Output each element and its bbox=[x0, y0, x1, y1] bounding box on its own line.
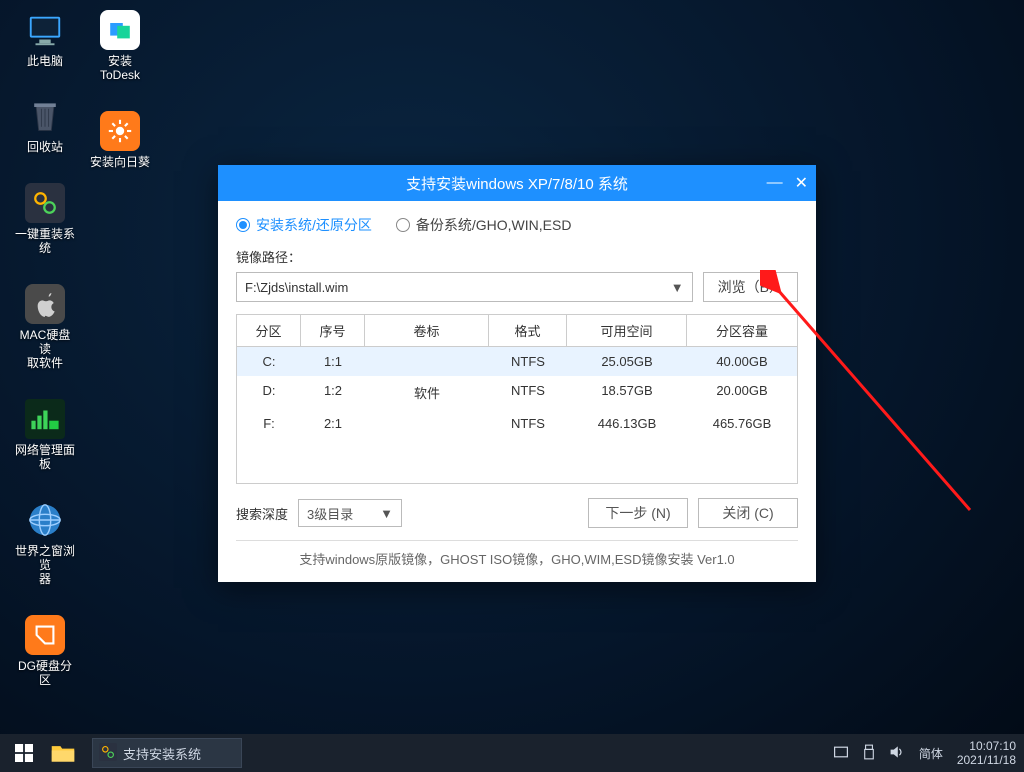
gears-icon bbox=[99, 743, 117, 764]
chevron-down-icon: ▼ bbox=[671, 280, 684, 295]
desktop-icon-label: 网络管理面板 bbox=[15, 443, 75, 472]
clock-date: 2021/11/18 bbox=[957, 753, 1016, 767]
desktop-icon-browser[interactable]: 世界之窗浏览 器 bbox=[15, 500, 75, 587]
desktop-icons-col2: 安装ToDesk 安装向日葵 bbox=[90, 10, 150, 169]
search-depth-value: 3级目录 bbox=[307, 504, 353, 523]
search-depth-dropdown[interactable]: 3级目录 ▼ bbox=[298, 499, 402, 527]
next-button[interactable]: 下一步 (N) bbox=[588, 498, 688, 528]
todesk-icon bbox=[100, 10, 140, 50]
disk-icon bbox=[25, 615, 65, 655]
taskbar-clock[interactable]: 10:07:10 2021/11/18 bbox=[957, 739, 1016, 768]
desktop-icon-label: DG硬盘分区 bbox=[15, 659, 75, 688]
col-free: 可用空间 bbox=[567, 315, 687, 346]
desktop-icon-dg-partition[interactable]: DG硬盘分区 bbox=[15, 615, 75, 688]
close-button[interactable]: ✕ bbox=[795, 173, 808, 193]
desktop-icon-recycle-bin[interactable]: 回收站 bbox=[15, 96, 75, 154]
window-title: 支持安装windows XP/7/8/10 系统 bbox=[406, 173, 628, 194]
ime-indicator[interactable]: 简体 bbox=[919, 745, 943, 762]
taskbar-explorer[interactable] bbox=[42, 734, 84, 772]
desktop-icon-todesk[interactable]: 安装ToDesk bbox=[90, 10, 150, 83]
desktop-icon-label: 世界之窗浏览 器 bbox=[15, 544, 75, 587]
col-format: 格式 bbox=[489, 315, 567, 346]
desktop-icon-label: 一键重装系统 bbox=[15, 227, 75, 256]
network-tray-icon[interactable] bbox=[833, 745, 849, 762]
col-index: 序号 bbox=[301, 315, 365, 346]
desktop-icon-label: 安装ToDesk bbox=[90, 54, 150, 83]
desktop-icon-sunlogin[interactable]: 安装向日葵 bbox=[90, 111, 150, 169]
globe-icon bbox=[25, 500, 65, 540]
col-partition: 分区 bbox=[237, 315, 301, 346]
titlebar[interactable]: 支持安装windows XP/7/8/10 系统 — ✕ bbox=[218, 165, 816, 201]
radio-label: 安装系统/还原分区 bbox=[256, 215, 372, 235]
desktop-icon-label: 此电脑 bbox=[27, 54, 63, 68]
windows-icon bbox=[15, 744, 33, 762]
radio-backup[interactable]: 备份系统/GHO,WIN,ESD bbox=[396, 215, 572, 235]
radio-dot-icon bbox=[396, 218, 410, 232]
search-depth-label: 搜索深度 bbox=[236, 504, 288, 523]
folder-icon bbox=[50, 742, 76, 764]
browse-button[interactable]: 浏览（B） bbox=[703, 272, 798, 302]
clock-time: 10:07:10 bbox=[957, 739, 1016, 753]
desktop-icon-network-panel[interactable]: 网络管理面板 bbox=[15, 399, 75, 472]
table-row[interactable]: D: 1:2 软件 NTFS 18.57GB 20.00GB bbox=[237, 376, 797, 409]
desktop-icon-this-pc[interactable]: 此电脑 bbox=[15, 10, 75, 68]
desktop-icon-mac-disk[interactable]: MAC硬盘读 取软件 bbox=[15, 284, 75, 371]
monitor-icon bbox=[25, 10, 65, 50]
table-row[interactable]: F: 2:1 NTFS 446.13GB 465.76GB bbox=[237, 409, 797, 438]
table-header: 分区 序号 卷标 格式 可用空间 分区容量 bbox=[237, 315, 797, 347]
apple-icon bbox=[25, 284, 65, 324]
desktop-icon-reinstall[interactable]: 一键重装系统 bbox=[15, 183, 75, 256]
bars-icon bbox=[25, 399, 65, 439]
minimize-button[interactable]: — bbox=[767, 174, 783, 192]
sunflower-icon bbox=[100, 111, 140, 151]
start-button[interactable] bbox=[6, 734, 42, 772]
trash-icon bbox=[25, 96, 65, 136]
installer-window: 支持安装windows XP/7/8/10 系统 — ✕ 安装系统/还原分区 备… bbox=[218, 165, 816, 582]
taskbar-app-installer[interactable]: 支持安装系统 bbox=[84, 734, 250, 772]
chevron-down-icon: ▼ bbox=[380, 506, 393, 521]
radio-label: 备份系统/GHO,WIN,ESD bbox=[416, 215, 572, 235]
col-volume: 卷标 bbox=[365, 315, 489, 346]
table-row[interactable]: C: 1:1 NTFS 25.05GB 40.00GB bbox=[237, 347, 797, 376]
desktop-icon-label: MAC硬盘读 取软件 bbox=[15, 328, 75, 371]
desktop-icon-label: 回收站 bbox=[27, 140, 63, 154]
desktop-icon-label: 安装向日葵 bbox=[90, 155, 150, 169]
footer-text: 支持windows原版镜像，GHOST ISO镜像，GHO,WIM,ESD镜像安… bbox=[236, 540, 798, 574]
volume-tray-icon[interactable] bbox=[889, 745, 905, 762]
radio-dot-icon bbox=[236, 218, 250, 232]
col-size: 分区容量 bbox=[687, 315, 797, 346]
image-path-dropdown[interactable]: F:\Zjds\install.wim ▼ bbox=[236, 272, 693, 302]
usb-tray-icon[interactable] bbox=[863, 744, 875, 763]
image-path-value: F:\Zjds\install.wim bbox=[245, 280, 348, 295]
radio-install-restore[interactable]: 安装系统/还原分区 bbox=[236, 215, 372, 235]
taskbar: 支持安装系统 简体 10:07:10 2021/11/18 bbox=[0, 734, 1024, 772]
taskbar-app-label: 支持安装系统 bbox=[123, 744, 201, 763]
image-path-label: 镜像路径： bbox=[236, 247, 798, 266]
desktop-icons-col1: 此电脑 回收站 一键重装系统 MAC硬盘读 取软件 网络管理面板 世界之窗浏览 … bbox=[15, 10, 75, 687]
gears-icon bbox=[25, 183, 65, 223]
close-dialog-button[interactable]: 关闭 (C) bbox=[698, 498, 798, 528]
partition-table: 分区 序号 卷标 格式 可用空间 分区容量 C: 1:1 NTFS 25.05G… bbox=[236, 314, 798, 484]
